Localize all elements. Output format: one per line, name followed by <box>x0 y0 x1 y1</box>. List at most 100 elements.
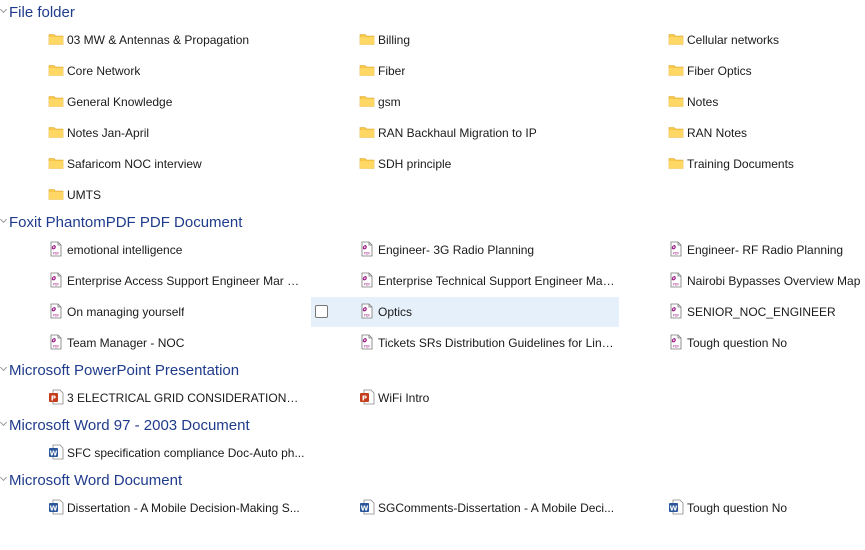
folder-icon <box>359 155 375 171</box>
file-item[interactable]: P 3 ELECTRICAL GRID CONSIDERATIONS FOR..… <box>0 383 308 413</box>
folder-icon <box>668 62 684 78</box>
file-item-label: Billing <box>378 33 411 47</box>
group-title: Microsoft Word Document <box>9 471 183 489</box>
pdf-file-icon: PDF <box>668 303 684 319</box>
file-item-label: Fiber <box>378 64 406 78</box>
file-item-label: SDH principle <box>378 157 452 171</box>
file-item[interactable]: Fiber Optics <box>620 56 865 86</box>
svg-text:PDF: PDF <box>673 282 680 286</box>
chevron-down-icon[interactable] <box>0 413 8 437</box>
file-item[interactable]: PDF Tickets SRs Distribution Guidelines … <box>311 328 619 358</box>
chevron-down-icon[interactable] <box>0 358 8 382</box>
svg-text:PDF: PDF <box>673 344 680 348</box>
group-title: Microsoft PowerPoint Presentation <box>9 361 240 379</box>
file-item[interactable]: Fiber <box>311 56 619 86</box>
file-item[interactable]: PDF Engineer- RF Radio Planning <box>620 235 865 265</box>
file-item-label: Engineer- 3G Radio Planning <box>378 243 535 257</box>
folder-icon <box>48 186 64 202</box>
file-item-label: Team Manager - NOC <box>67 336 185 350</box>
file-item[interactable]: RAN Notes <box>620 118 865 148</box>
file-item[interactable]: PDF SENIOR_NOC_ENGINEER <box>620 297 865 327</box>
file-item-label: Enterprise Access Support Engineer Mar 2… <box>67 274 305 288</box>
folder-icon <box>48 93 64 109</box>
svg-text:PDF: PDF <box>53 251 60 255</box>
group-title: Microsoft Word 97 - 2003 Document <box>9 416 250 434</box>
file-item[interactable]: PDF Nairobi Bypasses Overview Map <box>620 266 865 296</box>
file-item[interactable]: Notes Jan-April <box>0 118 308 148</box>
file-item[interactable]: Core Network <box>0 56 308 86</box>
file-item[interactable]: P WiFi Intro <box>311 383 619 413</box>
select-checkbox[interactable] <box>315 305 328 318</box>
chevron-down-icon[interactable] <box>0 468 8 492</box>
folder-icon <box>48 124 64 140</box>
chevron-down-icon[interactable] <box>0 210 8 234</box>
file-item[interactable]: Billing <box>311 25 619 55</box>
folder-icon <box>359 62 375 78</box>
file-item[interactable]: Cellular networks <box>620 25 865 55</box>
file-item-label: On managing yourself <box>67 305 185 319</box>
file-item-label: Core Network <box>67 64 141 78</box>
folder-icon <box>668 124 684 140</box>
file-item-label: Tickets SRs Distribution Guidelines for … <box>378 336 616 350</box>
file-item[interactable]: PDF On managing yourself <box>0 297 308 327</box>
file-item[interactable]: Safaricom NOC interview <box>0 149 308 179</box>
file-item-label: Cellular networks <box>687 33 780 47</box>
group-header[interactable]: Microsoft Word 97 - 2003 Document <box>0 413 865 437</box>
pdf-file-icon: PDF <box>359 272 375 288</box>
pdf-file-icon: PDF <box>359 334 375 350</box>
file-item[interactable]: PDF Team Manager - NOC <box>0 328 308 358</box>
powerpoint-file-icon: P <box>359 389 375 405</box>
file-item-label: Notes <box>687 95 719 109</box>
pdf-file-icon: PDF <box>48 272 64 288</box>
file-item-label: Dissertation - A Mobile Decision-Making … <box>67 501 300 515</box>
file-item[interactable]: PDF Enterprise Technical Support Enginee… <box>311 266 619 296</box>
svg-text:PDF: PDF <box>364 251 371 255</box>
file-item[interactable]: PDF Optics <box>311 297 619 327</box>
chevron-down-icon[interactable] <box>0 0 8 24</box>
svg-text:PDF: PDF <box>53 344 60 348</box>
group-title: File folder <box>9 3 75 21</box>
pdf-file-icon: PDF <box>668 241 684 257</box>
file-item[interactable]: W SFC specification compliance Doc-Auto … <box>0 438 308 468</box>
file-item-label: gsm <box>378 95 401 109</box>
file-item[interactable]: W Dissertation - A Mobile Decision-Makin… <box>0 493 308 523</box>
pdf-file-icon: PDF <box>359 303 375 319</box>
folder-icon <box>359 93 375 109</box>
file-item[interactable]: W SGComments-Dissertation - A Mobile Dec… <box>311 493 619 523</box>
word-file-icon: W <box>359 499 375 515</box>
file-item[interactable]: Training Documents <box>620 149 865 179</box>
pdf-file-icon: PDF <box>668 272 684 288</box>
file-item[interactable]: SDH principle <box>311 149 619 179</box>
file-item[interactable]: UMTS <box>0 180 308 210</box>
group-title: Foxit PhantomPDF PDF Document <box>9 213 243 231</box>
word-file-icon: W <box>48 444 64 460</box>
folder-icon <box>668 155 684 171</box>
pdf-file-icon: PDF <box>359 241 375 257</box>
file-item[interactable]: General Knowledge <box>0 87 308 117</box>
file-item-label: Tough question No <box>687 501 788 515</box>
group-header[interactable]: Microsoft PowerPoint Presentation <box>0 358 865 382</box>
group-header[interactable]: File folder <box>0 0 865 24</box>
svg-text:PDF: PDF <box>53 313 60 317</box>
file-item[interactable]: gsm <box>311 87 619 117</box>
folder-icon <box>359 124 375 140</box>
pdf-file-icon: PDF <box>48 334 64 350</box>
file-item[interactable]: PDF Enterprise Access Support Engineer M… <box>0 266 308 296</box>
file-item-label: Safaricom NOC interview <box>67 157 202 171</box>
file-item[interactable]: Notes <box>620 87 865 117</box>
svg-text:PDF: PDF <box>364 344 371 348</box>
group-header[interactable]: Microsoft Word Document <box>0 468 865 492</box>
file-item[interactable]: RAN Backhaul Migration to IP <box>311 118 619 148</box>
file-item-label: 03 MW & Antennas & Propagation <box>67 33 250 47</box>
group-header[interactable]: Foxit PhantomPDF PDF Document <box>0 210 865 234</box>
file-item[interactable]: PDF emotional intelligence <box>0 235 308 265</box>
folder-icon <box>359 31 375 47</box>
svg-text:W: W <box>50 504 58 512</box>
file-item-label: Notes Jan-April <box>67 126 150 140</box>
pdf-file-icon: PDF <box>48 241 64 257</box>
file-item[interactable]: PDF Engineer- 3G Radio Planning <box>311 235 619 265</box>
file-item[interactable]: W Tough question No <box>620 493 865 523</box>
file-item-label: SENIOR_NOC_ENGINEER <box>687 305 836 319</box>
file-item[interactable]: 03 MW & Antennas & Propagation <box>0 25 308 55</box>
file-item[interactable]: PDF Tough question No <box>620 328 865 358</box>
